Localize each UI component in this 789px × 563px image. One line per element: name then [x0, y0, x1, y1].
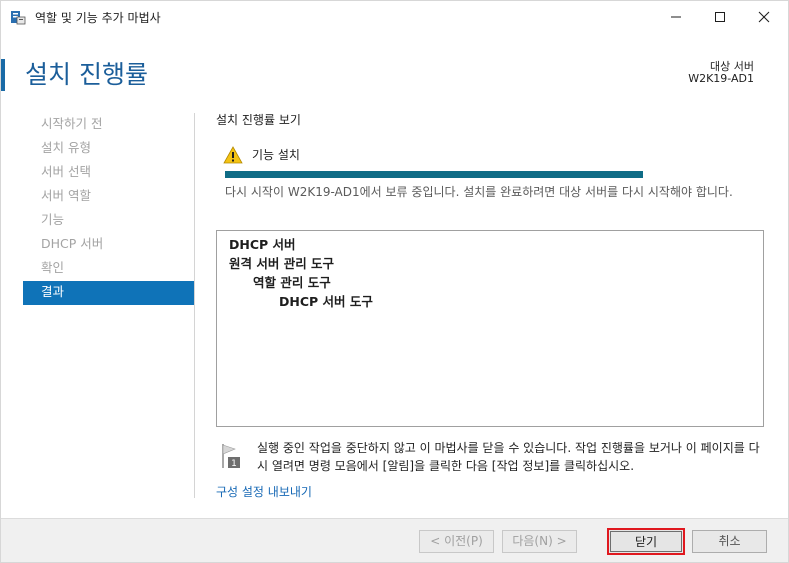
cancel-button[interactable]: 취소: [692, 530, 767, 553]
nav-item-results[interactable]: 결과: [23, 281, 194, 305]
page-title: 설치 진행률: [25, 60, 148, 89]
result-item: 원격 서버 관리 도구: [229, 256, 335, 271]
result-item: 역할 관리 도구: [253, 275, 331, 290]
close-button[interactable]: 닫기: [607, 528, 685, 555]
title-bar: 역할 및 기능 추가 마법사: [1, 1, 788, 33]
nav-item-before-you-begin[interactable]: 시작하기 전: [23, 113, 194, 137]
minimize-button[interactable]: [654, 1, 698, 33]
notification-count: 1: [231, 459, 237, 469]
info-message: 실행 중인 작업을 중단하지 않고 이 마법사를 닫을 수 있습니다. 작업 진…: [257, 441, 760, 473]
minimize-icon: [671, 16, 681, 18]
nav-item-server-selection[interactable]: 서버 선택: [23, 161, 194, 185]
progress-bar: [225, 171, 643, 178]
close-button-label: 닫기: [610, 531, 682, 552]
nav-item-installation-type[interactable]: 설치 유형: [23, 137, 194, 161]
wizard-window: 역할 및 기능 추가 마법사 설치 진행률 대상 서버 W2K19-AD1 시작…: [0, 0, 789, 563]
close-window-button[interactable]: [742, 1, 786, 33]
accent-stripe: [1, 59, 5, 91]
feature-install-label: 기능 설치: [252, 148, 300, 162]
nav-divider: [194, 113, 195, 498]
result-item: DHCP 서버: [229, 237, 296, 252]
next-button[interactable]: 다음(N) >: [502, 530, 577, 553]
maximize-icon: [715, 12, 725, 22]
window-title: 역할 및 기능 추가 마법사: [35, 11, 161, 25]
button-bar: < 이전(P) 다음(N) > 닫기 취소: [1, 518, 788, 562]
result-item: DHCP 서버 도구: [279, 294, 373, 309]
results-list: DHCP 서버원격 서버 관리 도구역할 관리 도구 DHCP 서버 도구: [216, 230, 764, 427]
progress-fill: [225, 171, 643, 178]
maximize-button[interactable]: [698, 1, 742, 33]
nav-item-confirmation[interactable]: 확인: [23, 257, 194, 281]
export-settings-link[interactable]: 구성 설정 내보내기: [216, 483, 312, 500]
nav-item-dhcp-server[interactable]: DHCP 서버: [23, 233, 194, 257]
section-title: 설치 진행률 보기: [216, 113, 301, 127]
notification-flag-icon: 1: [222, 444, 240, 469]
target-server-name: W2K19-AD1: [688, 72, 754, 85]
warning-icon: [223, 146, 243, 164]
status-message: 다시 시작이 W2K19-AD1에서 보류 중입니다. 설치를 완료하려면 대상…: [225, 185, 733, 199]
wizard-nav: 시작하기 전 설치 유형 서버 선택 서버 역할 기능 DHCP 서버 확인 결…: [23, 113, 194, 305]
previous-button[interactable]: < 이전(P): [419, 530, 494, 553]
nav-item-server-roles[interactable]: 서버 역할: [23, 185, 194, 209]
nav-item-features[interactable]: 기능: [23, 209, 194, 233]
close-icon: [758, 11, 770, 23]
server-manager-icon: [11, 11, 26, 25]
